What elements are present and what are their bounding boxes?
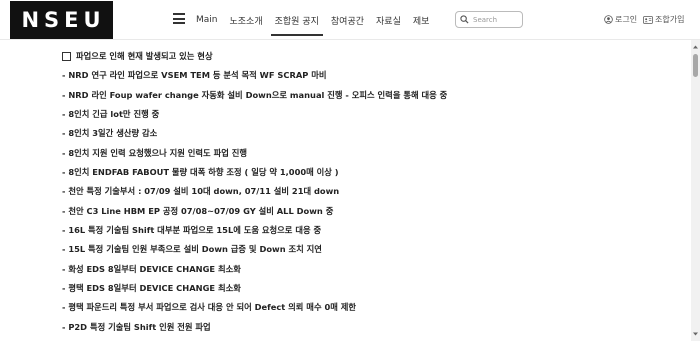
list-item: - P2D 특정 기술팀 Shift 인원 전원 파업 [62,321,211,332]
nav-item-report[interactable]: 제보 [413,0,430,40]
scrollbar-thumb[interactable] [693,54,698,77]
list-item: - 15L 특정 기술팀 인원 부족으로 설비 Down 급증 및 Down 조… [62,244,322,255]
nav-item-union-intro[interactable]: 노조소개 [230,0,263,40]
list-item: - 8인치 지원 인력 요청했으나 지원 인력도 파업 진행 [62,147,247,158]
list-item: - 천안 C3 Line HBM EP 공정 07/08~07/09 GY 설비… [62,205,334,216]
search-icon[interactable] [460,15,469,24]
scroll-down-icon[interactable] [691,330,700,338]
login-label: 로그인 [615,15,638,24]
list-item: - 평택 파운드리 특정 부서 파업으로 검사 대응 안 되어 Defect 의… [62,302,357,313]
list-item: - 8인치 긴급 lot만 진행 중 [62,109,160,120]
list-item: - NRD 연구 라인 파업으로 VSEM TEM 등 분석 목적 WF SCR… [62,70,327,81]
nav-item-member-notice[interactable]: 조합원 공지 [270,0,324,40]
nav-item-archive[interactable]: 자료실 [376,0,401,40]
site-logo[interactable]: NSEU [10,1,113,39]
menu-icon[interactable] [173,13,185,24]
vertical-scrollbar[interactable] [691,40,700,341]
checkbox-icon [62,52,71,62]
heading-text: 파업으로 인해 현재 발생되고 있는 현상 [76,51,213,61]
scroll-up-icon[interactable] [691,43,700,51]
id-card-icon [643,15,653,24]
join-link[interactable]: 조합가입 [643,14,684,25]
list-item: - 8인치 3일간 생산량 감소 [62,128,158,139]
join-label: 조합가입 [655,15,685,24]
user-icon [604,15,613,24]
search-input[interactable] [473,15,521,24]
list-item: - NRD 라인 Foup wafer change 자동화 설비 Down으로… [62,89,448,100]
notice-heading: 파업으로 인해 현재 발생되고 있는 현상 [62,47,682,66]
nav-item-main[interactable]: Main [196,0,218,40]
site-header: NSEU Main 노조소개 조합원 공지 참여공간 자료실 제보 로그인 [0,0,700,40]
list-item: - 천안 특정 기술부서 : 07/09 설비 10대 down, 07/11 … [62,186,340,197]
login-link[interactable]: 로그인 [604,14,637,25]
nav-item-participation[interactable]: 참여공간 [331,0,364,40]
list-item: - 화성 EDS 8일부터 DEVICE CHANGE 최소화 [62,263,241,274]
list-item: - 16L 특정 기술팀 Shift 대부분 파업으로 15L에 도움 요청으로… [62,225,322,236]
notice-content: 파업으로 인해 현재 발생되고 있는 현상 - NRD 연구 라인 파업으로 V… [62,47,682,337]
list-item: - 평택 EDS 8일부터 DEVICE CHANGE 최소화 [62,283,241,294]
main-nav: Main 노조소개 조합원 공지 참여공간 자료실 제보 [196,0,441,40]
list-item: - 8인치 ENDFAB FABOUT 물량 대폭 하향 조정 ( 일당 약 1… [62,167,339,178]
search-box [455,11,523,28]
